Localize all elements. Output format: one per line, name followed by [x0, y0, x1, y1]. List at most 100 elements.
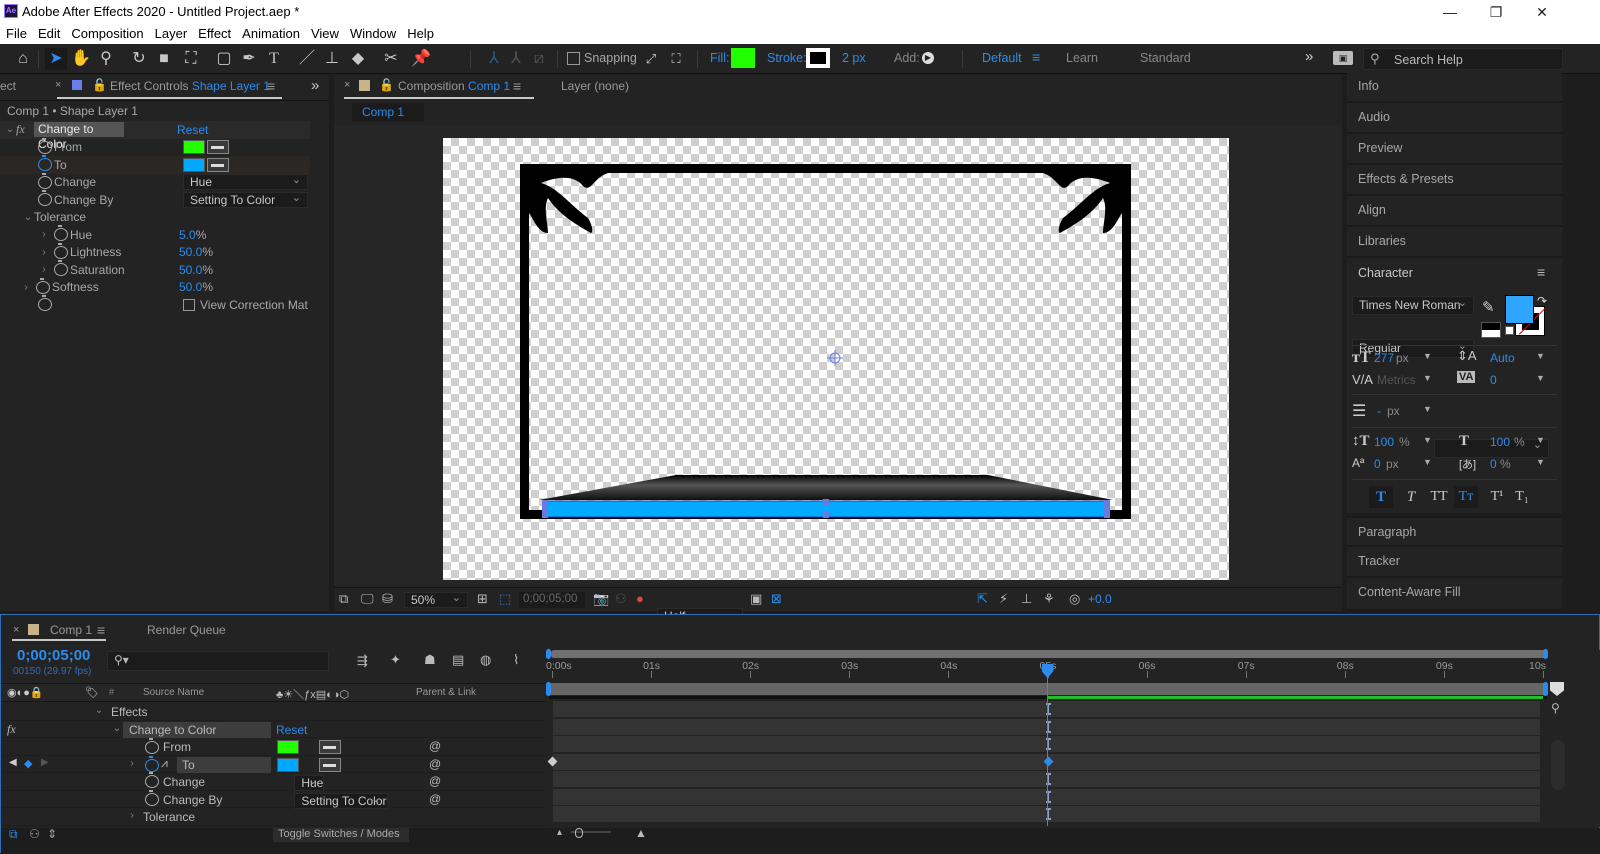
kerning-dropdown-icon[interactable]: ▼ — [1423, 373, 1432, 383]
subscript-button[interactable]: T₁ — [1510, 486, 1534, 508]
timeline-timecode[interactable]: 0;00;05;00 — [17, 647, 90, 664]
comp-flowchart-tab[interactable]: Comp 1 — [352, 103, 424, 121]
change-by-dropdown[interactable]: Setting To Color — [294, 792, 388, 809]
graph-editor-icon[interactable]: ⌇ — [513, 652, 519, 668]
menu-effect[interactable]: Effect — [192, 24, 236, 44]
swap-colors-icon[interactable]: ↷ — [1537, 294, 1547, 308]
camera-tool-icon[interactable]: ■ — [153, 48, 175, 70]
eyedropper-icon[interactable] — [207, 140, 229, 155]
from-color-swatch[interactable] — [183, 140, 205, 155]
tsume-dropdown-icon[interactable]: ▼ — [1536, 457, 1545, 467]
menu-composition[interactable]: Composition — [65, 24, 148, 44]
font-size-value[interactable]: 277 — [1374, 351, 1394, 365]
toggle-transparency-icon[interactable]: ⊠ — [771, 591, 782, 607]
bar-handle-right[interactable] — [1104, 500, 1110, 518]
camera-snapshot-icon[interactable]: 📷 — [593, 591, 609, 607]
fx-icon[interactable]: fx — [7, 722, 16, 737]
lightness-value[interactable]: 50.0 — [179, 245, 202, 259]
stroke-dropdown-icon[interactable]: ▼ — [1423, 404, 1432, 414]
fx-icon[interactable]: fx — [16, 122, 34, 137]
reset-link[interactable]: Reset — [276, 723, 307, 737]
baseline-dropdown-icon[interactable]: ▼ — [1423, 457, 1432, 467]
time-ruler[interactable]: 0:00s01s02s03s04s05s06s07s08s09s10s — [546, 655, 1600, 680]
panel-content-aware-fill[interactable]: Content-Aware Fill — [1347, 578, 1562, 611]
comp-button-icon[interactable]: ⚲ — [1551, 701, 1560, 715]
add-shape-icon[interactable]: ▶ — [922, 52, 934, 64]
comp-canvas[interactable] — [443, 138, 1229, 580]
effect-name[interactable]: Change to Color — [123, 721, 271, 738]
eyedropper-icon[interactable]: ✎ — [1482, 298, 1495, 316]
expression-pickwhip-icon[interactable]: @ — [429, 739, 441, 753]
menu-help[interactable]: Help — [401, 24, 439, 44]
roto-brush-icon[interactable]: ✂ — [380, 48, 402, 70]
selection-tool-icon[interactable]: ➤ — [45, 48, 67, 70]
kerning-value[interactable]: Metrics — [1377, 373, 1416, 387]
composition-mini-flowchart-icon[interactable]: ⇶ — [357, 653, 368, 669]
bar-handle-bottom[interactable] — [823, 512, 829, 518]
to-color-swatch[interactable] — [183, 157, 205, 172]
chevron-right-icon[interactable]: › — [126, 810, 138, 821]
zoom-out-icon[interactable]: ▴ — [557, 827, 562, 838]
stopwatch-icon[interactable] — [38, 137, 52, 154]
add-keyframe-icon[interactable]: ◆ — [24, 757, 32, 770]
lock-icon[interactable]: 🔓 — [92, 78, 107, 92]
panel-preview[interactable]: Preview — [1347, 134, 1562, 165]
to-color-swatch[interactable] — [277, 757, 299, 772]
toggle-switches-modes-button[interactable]: Toggle Switches / Modes — [273, 828, 409, 842]
workspace-learn[interactable]: Learn — [1066, 51, 1098, 65]
zoom-in-icon[interactable]: ▲ — [635, 826, 647, 840]
bar-handle-top[interactable] — [823, 499, 829, 505]
panel-menu-icon[interactable]: ≡ — [1537, 264, 1545, 280]
font-family-dropdown[interactable]: Times New Roman — [1352, 295, 1474, 315]
snapping-checkbox[interactable] — [567, 52, 580, 65]
search-help-input[interactable]: ⚲ Search Help — [1363, 48, 1563, 70]
menu-window[interactable]: Window — [344, 24, 401, 44]
sync-settings-icon[interactable]: ▣ — [1333, 51, 1353, 65]
view-axis-icon[interactable]: ⧄ — [528, 48, 550, 70]
panel-menu-icon[interactable]: ≡ — [267, 78, 275, 94]
snap-edges-icon[interactable]: ⤢ — [640, 48, 662, 70]
chevron-right-icon[interactable]: › — [38, 229, 50, 240]
horizontal-scale-value[interactable]: 100 — [1490, 435, 1510, 449]
layer-search-input[interactable]: ⚲▾ — [107, 651, 329, 671]
panel-menu-icon[interactable]: ≡ — [97, 622, 105, 638]
hscale-dropdown-icon[interactable]: ▼ — [1536, 435, 1545, 445]
panel-libraries[interactable]: Libraries — [1347, 227, 1562, 258]
menu-animation[interactable]: Animation — [236, 24, 305, 44]
composition-tab[interactable]: Composition Comp 1 — [398, 79, 510, 93]
eraser-icon[interactable]: ◆ — [347, 48, 369, 70]
panel-menu-icon[interactable]: ≡ — [513, 78, 521, 94]
black-white-swatch-icon[interactable] — [1481, 322, 1501, 338]
chevron-right-icon[interactable]: › — [126, 758, 138, 769]
menu-file[interactable]: File — [0, 24, 32, 44]
reset-exposure-icon[interactable]: ◎ — [1069, 591, 1080, 607]
close-tab-icon[interactable]: × — [55, 79, 61, 91]
stopwatch-icon[interactable] — [38, 190, 52, 207]
snap-features-icon[interactable]: ⛶ — [665, 48, 687, 70]
vscale-dropdown-icon[interactable]: ▼ — [1423, 435, 1432, 445]
timeline-icon[interactable]: ⊥ — [1021, 591, 1032, 607]
fit-icon[interactable]: ⊞ — [477, 591, 488, 607]
home-icon[interactable]: ⌂ — [12, 48, 34, 70]
expression-pickwhip-icon[interactable]: @ — [429, 792, 441, 806]
rectangle-tool-icon[interactable]: ▢ — [213, 48, 235, 70]
stroke-color-swatch[interactable] — [806, 48, 830, 68]
toggle-pixel-aspect-icon[interactable]: ⇱ — [977, 591, 988, 607]
panel-paragraph[interactable]: Paragraph — [1347, 516, 1562, 547]
fill-color-swatch[interactable] — [1505, 295, 1534, 324]
stopwatch-icon[interactable] — [38, 295, 52, 312]
leading-value[interactable]: Auto — [1490, 351, 1515, 365]
fast-previews-icon[interactable]: ⚡ — [999, 591, 1008, 607]
flowchart-icon[interactable]: ⚘ — [1043, 591, 1055, 607]
transfer-controls-icon[interactable]: ⚇ — [29, 827, 40, 841]
menu-layer[interactable]: Layer — [149, 24, 193, 44]
zoom-tool-icon[interactable]: ⚲ — [95, 48, 117, 70]
stopwatch-icon[interactable] — [54, 260, 68, 277]
hue-value[interactable]: 5.0 — [179, 228, 196, 242]
pan-behind-icon[interactable]: ⛶ — [180, 48, 202, 70]
rotate-tool-icon[interactable]: ↻ — [128, 48, 150, 70]
stroke-width[interactable]: 2 px — [842, 51, 866, 65]
from-color-swatch[interactable] — [277, 740, 299, 754]
stopwatch-icon[interactable] — [54, 225, 68, 242]
stopwatch-icon[interactable] — [145, 772, 159, 788]
